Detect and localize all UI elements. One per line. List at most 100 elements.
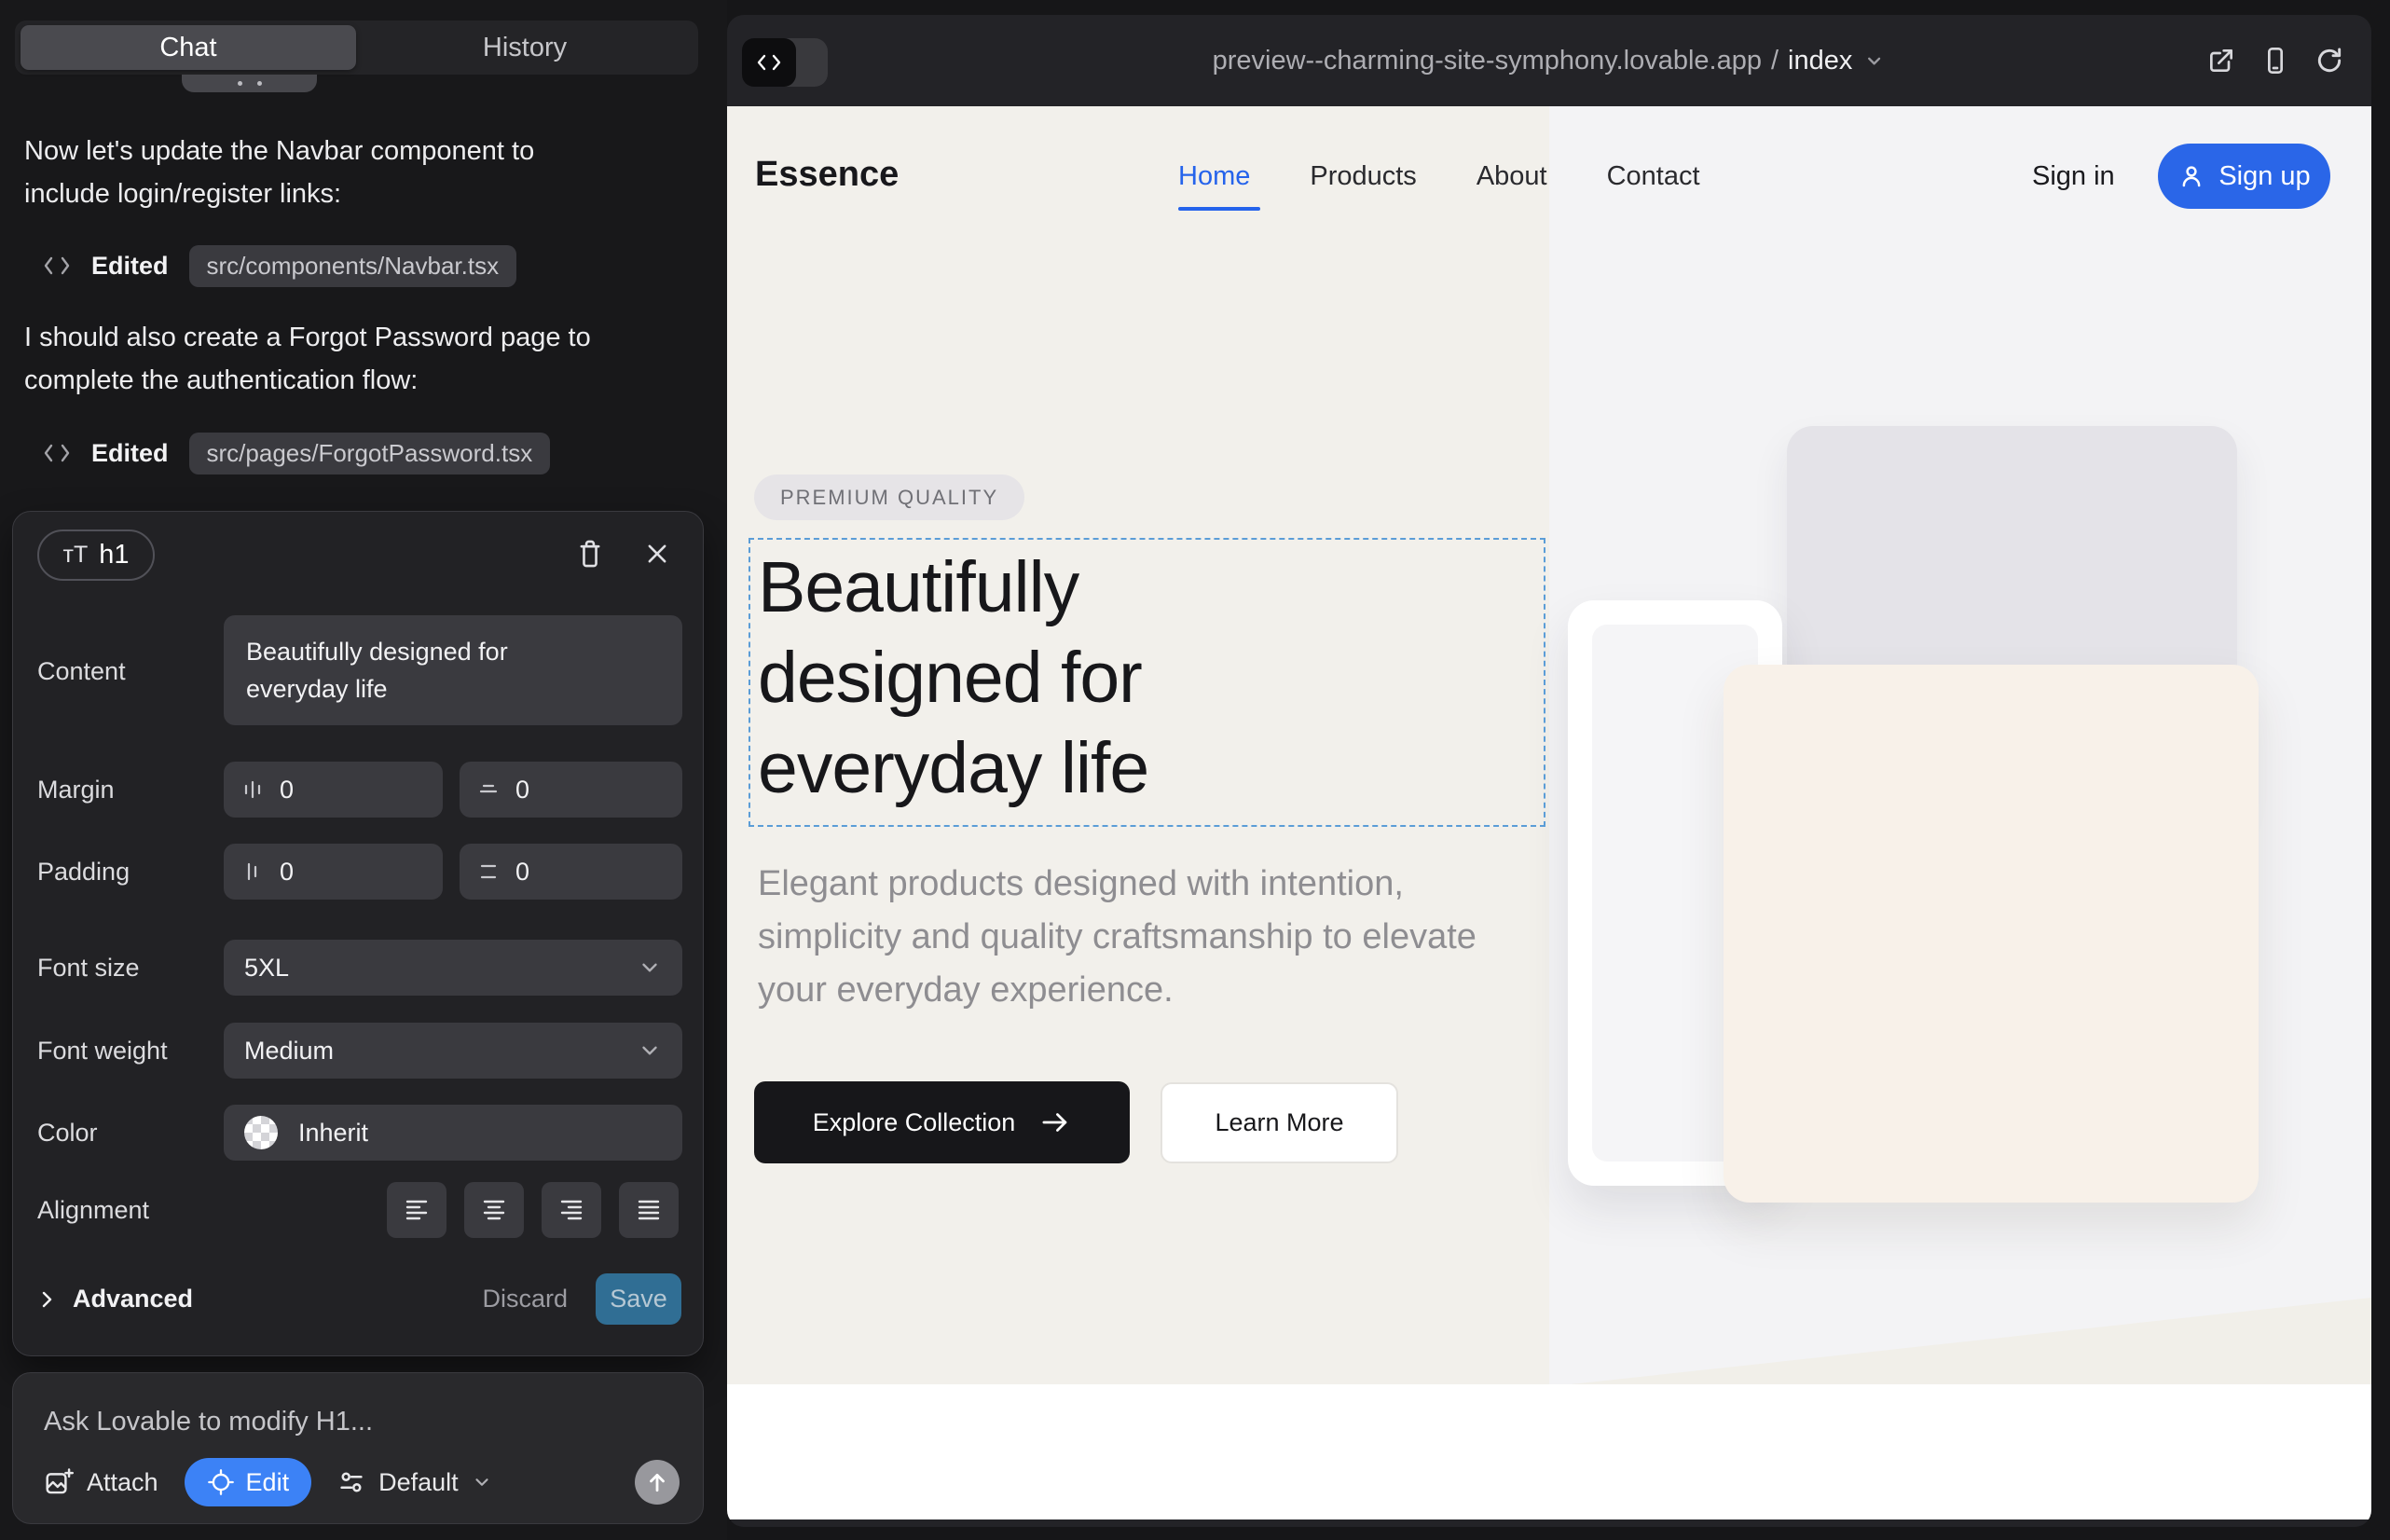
advanced-toggle[interactable]: Advanced [37, 1273, 193, 1325]
scrolled-message-peek [182, 75, 317, 92]
nav-link-about[interactable]: About [1477, 161, 1547, 192]
text-type-icon: тT [63, 542, 89, 569]
tab-history[interactable]: History [357, 25, 693, 70]
attach-image-icon [44, 1467, 74, 1497]
decorative-card-cream [1724, 665, 2259, 1203]
color-value: Inherit [298, 1119, 368, 1148]
margin-vertical-icon [476, 777, 501, 802]
align-justify-button[interactable] [619, 1182, 679, 1238]
url-bar[interactable]: preview--charming-site-symphony.lovable.… [1213, 15, 1887, 106]
edited-label: Edited [91, 439, 169, 468]
hero-heading[interactable]: Beautifully designed for everyday life [758, 543, 1148, 814]
open-external-button[interactable] [2206, 46, 2236, 76]
url-page: index [1788, 46, 1852, 76]
font-size-label: Font size [37, 954, 140, 983]
margin-horizontal-icon [240, 777, 265, 802]
hero-paragraph: Elegant products designed with intention… [758, 858, 1550, 1017]
arrow-right-icon [1039, 1108, 1071, 1136]
learn-more-button[interactable]: Learn More [1161, 1082, 1398, 1163]
composer-placeholder: Ask Lovable to modify H1... [44, 1407, 373, 1437]
user-icon [2177, 162, 2205, 190]
nav-active-underline [1178, 207, 1260, 211]
explore-collection-button[interactable]: Explore Collection [754, 1081, 1130, 1163]
element-tag: h1 [99, 540, 129, 571]
delete-element-button[interactable] [570, 534, 610, 573]
code-preview-toggle[interactable] [742, 38, 828, 87]
target-icon [207, 1468, 235, 1496]
nav-link-contact[interactable]: Contact [1607, 161, 1700, 192]
sign-up-label: Sign up [2218, 161, 2310, 192]
hero-heading-line: everyday life [758, 723, 1148, 814]
edited-file-pill[interactable]: src/pages/ForgotPassword.tsx [189, 433, 551, 474]
margin-y-input[interactable]: 0 [460, 762, 682, 818]
padding-horizontal-icon [240, 859, 265, 884]
attach-label: Attach [87, 1468, 158, 1497]
content-label: Content [37, 657, 126, 686]
color-select[interactable]: Inherit [224, 1105, 682, 1161]
chat-composer[interactable]: Ask Lovable to modify H1... Attach [12, 1372, 704, 1524]
alignment-buttons [387, 1182, 679, 1238]
chevron-down-icon [638, 956, 662, 980]
refresh-button[interactable] [2314, 46, 2344, 76]
margin-label: Margin [37, 776, 115, 804]
edited-file-row: Edited src/components/Navbar.tsx [43, 244, 516, 287]
content-value: Beautifully designed for everyday life [246, 633, 582, 708]
edit-label: Edit [246, 1468, 290, 1497]
edited-label: Edited [91, 252, 169, 281]
code-icon [43, 255, 71, 276]
hero-heading-line: Beautifully [758, 543, 1148, 633]
padding-x-value: 0 [280, 858, 294, 887]
chevron-down-icon [472, 1472, 492, 1492]
code-toggle-active[interactable] [742, 38, 796, 87]
site-logo[interactable]: Essence [755, 155, 899, 195]
mobile-view-button[interactable] [2260, 46, 2290, 76]
margin-x-value: 0 [280, 776, 294, 804]
padding-x-input[interactable]: 0 [224, 844, 443, 900]
sign-up-button[interactable]: Sign up [2158, 144, 2330, 209]
element-type-pill: тT h1 [37, 529, 155, 581]
arrow-up-icon [645, 1470, 669, 1494]
discard-button[interactable]: Discard [482, 1273, 568, 1325]
chat-message: Now let's update the Navbar component to… [24, 130, 621, 215]
lovable-sidebar: Chat History Now let's update the Navbar… [0, 0, 727, 1540]
close-editor-button[interactable] [638, 534, 677, 573]
align-right-button[interactable] [542, 1182, 601, 1238]
alignment-label: Alignment [37, 1196, 149, 1225]
content-input[interactable]: Beautifully designed for everyday life [224, 615, 682, 725]
edited-file-pill[interactable]: src/components/Navbar.tsx [189, 245, 517, 287]
url-separator: / [1771, 46, 1779, 76]
chat-history-tabbar: Chat History [15, 21, 698, 75]
explore-collection-label: Explore Collection [813, 1108, 1016, 1137]
close-icon [644, 541, 670, 567]
site-nav: Home Products About Contact [1178, 161, 1700, 192]
preview-browser-panel: preview--charming-site-symphony.lovable.… [727, 15, 2371, 1527]
site-viewport: Essence Home Products About Contact Sign… [727, 106, 2371, 1519]
edit-mode-button[interactable]: Edit [185, 1458, 312, 1506]
nav-link-products[interactable]: Products [1310, 161, 1416, 192]
attach-button[interactable]: Attach [44, 1467, 158, 1497]
chat-message: I should also create a Forgot Password p… [24, 316, 621, 402]
url-domain: preview--charming-site-symphony.lovable.… [1213, 46, 1762, 76]
font-weight-select[interactable]: Medium [224, 1023, 682, 1079]
margin-x-input[interactable]: 0 [224, 762, 443, 818]
padding-label: Padding [37, 858, 130, 887]
sliders-icon [337, 1468, 365, 1496]
align-center-button[interactable] [464, 1182, 524, 1238]
send-button[interactable] [635, 1460, 680, 1505]
element-editor-panel: тT h1 Content Beautifully designed for e… [12, 511, 704, 1356]
font-size-select[interactable]: 5XL [224, 940, 682, 996]
nav-link-home[interactable]: Home [1178, 161, 1250, 192]
hero-heading-line: designed for [758, 633, 1148, 723]
chevron-right-icon [37, 1288, 56, 1311]
font-weight-label: Font weight [37, 1037, 168, 1066]
code-icon [755, 52, 783, 73]
chevron-down-icon [638, 1038, 662, 1063]
sign-in-link[interactable]: Sign in [2032, 161, 2115, 192]
default-label: Default [378, 1468, 459, 1497]
model-default-selector[interactable]: Default [337, 1468, 492, 1497]
padding-y-input[interactable]: 0 [460, 844, 682, 900]
save-button[interactable]: Save [596, 1273, 681, 1325]
align-left-button[interactable] [387, 1182, 446, 1238]
tab-chat[interactable]: Chat [21, 25, 356, 70]
font-weight-value: Medium [244, 1037, 334, 1066]
